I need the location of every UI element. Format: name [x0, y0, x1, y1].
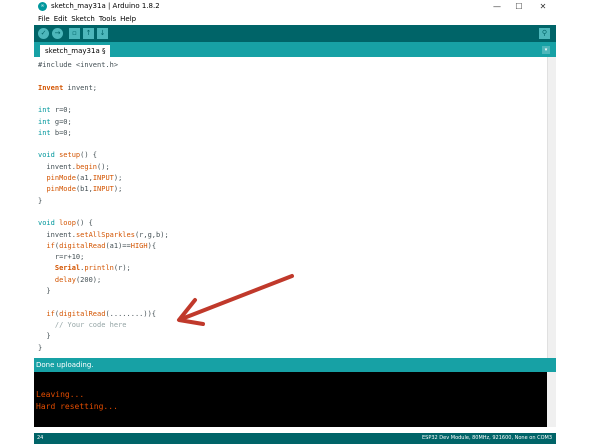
code-line: if(digitalRead(........)){: [46, 309, 157, 318]
code-editor[interactable]: #include <invent.h> Invent invent; int r=0…: [34, 57, 547, 358]
arrow-up-icon: ↑: [85, 29, 92, 37]
console-output: Leaving... Hard resetting...: [34, 372, 547, 427]
console-scrollbar[interactable]: [547, 372, 556, 427]
tab-sketch[interactable]: sketch_may31a §: [40, 45, 111, 57]
title-bar: ∞ sketch_may31a | Arduino 1.8.2 — ☐ ✕: [34, 0, 556, 14]
code-line: // Your code here: [38, 320, 127, 329]
new-button[interactable]: ▫: [69, 28, 80, 39]
code-line: void loop() {: [38, 219, 93, 228]
close-button[interactable]: ✕: [532, 0, 554, 14]
code-line: }: [38, 196, 43, 205]
code-line: pinMode(b1,INPUT);: [46, 185, 123, 194]
arduino-ide-window: ∞ sketch_may31a | Arduino 1.8.2 — ☐ ✕ Fi…: [34, 0, 556, 444]
code-line: }: [38, 343, 43, 352]
code-line: #include <invent.h>: [38, 61, 119, 69]
code-line: r=r+10;: [38, 253, 85, 262]
status-message: Done uploading.: [36, 361, 94, 369]
status-bar: Done uploading.: [34, 358, 556, 372]
arrow-down-icon: ↓: [99, 29, 106, 37]
toolbar: ✓ → ▫ ↑ ↓ ⚲: [34, 25, 556, 42]
console-line: Leaving...: [36, 390, 85, 399]
code-line: int r=0;: [38, 106, 72, 115]
arduino-logo-icon: ∞: [38, 2, 47, 11]
maximize-button[interactable]: ☐: [508, 0, 530, 14]
menu-tools[interactable]: Tools: [99, 14, 116, 25]
code-line: void setup() {: [38, 151, 98, 160]
code-line: Invent invent;: [38, 83, 98, 92]
serial-monitor-button[interactable]: ⚲: [539, 28, 550, 39]
code-line: pinMode(a1,INPUT);: [46, 174, 123, 182]
new-file-icon: ▫: [72, 29, 77, 37]
save-button[interactable]: ↓: [97, 28, 108, 39]
footer-bar: 24 ESP32 Dev Module, 80MHz, 921600, None…: [34, 433, 556, 444]
menu-edit[interactable]: Edit: [54, 14, 68, 25]
code-line: int g=0;: [38, 117, 72, 126]
menu-help[interactable]: Help: [120, 14, 136, 25]
code-line: }: [38, 287, 51, 295]
menu-bar: File Edit Sketch Tools Help: [34, 14, 556, 25]
console-line: Hard resetting...: [36, 402, 118, 411]
open-button[interactable]: ↑: [83, 28, 94, 39]
check-icon: ✓: [40, 29, 47, 37]
code-line: invent.setAllSparkles(r,g,b);: [38, 230, 169, 239]
verify-button[interactable]: ✓: [38, 28, 49, 39]
code-line: delay(200);: [54, 275, 102, 284]
code-line: invent.begin();: [38, 162, 110, 171]
code-line: }: [38, 332, 51, 341]
menu-file[interactable]: File: [38, 14, 50, 25]
code-line: int b=0;: [38, 128, 72, 137]
minimize-button[interactable]: —: [486, 0, 508, 14]
menu-sketch[interactable]: Sketch: [71, 14, 95, 25]
magnifier-icon: ⚲: [541, 29, 548, 37]
tab-bar: sketch_may31a § ▾: [34, 42, 556, 57]
line-number: 24: [37, 435, 44, 441]
editor-scrollbar[interactable]: [547, 57, 556, 358]
code-line: if(digitalRead(a1)==HIGH){: [46, 241, 157, 250]
code-line: Serial.println(r);: [54, 264, 131, 273]
window-title: sketch_may31a | Arduino 1.8.2: [51, 2, 160, 10]
tab-menu-button[interactable]: ▾: [542, 46, 550, 54]
arrow-right-icon: →: [54, 29, 61, 37]
board-info: ESP32 Dev Module, 80MHz, 921600, None on…: [421, 435, 552, 441]
upload-button[interactable]: →: [52, 28, 63, 39]
